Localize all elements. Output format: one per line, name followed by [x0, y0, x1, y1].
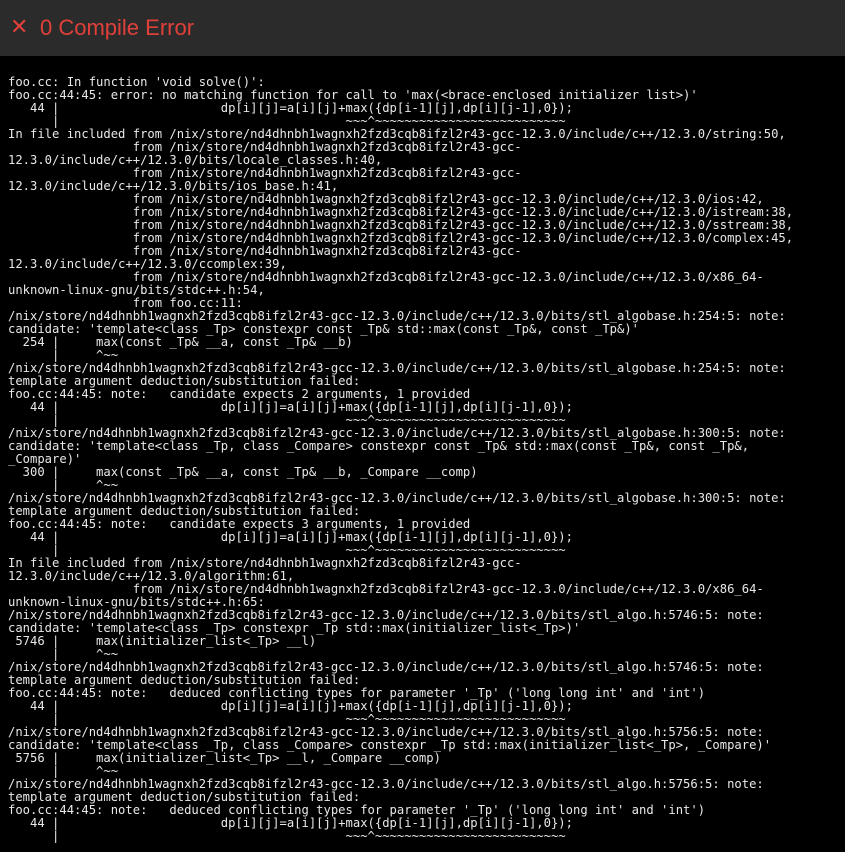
- error-header: ✕ 0 Compile Error: [0, 0, 845, 56]
- output-line: 5756 | max(initializer_list<_Tp> __l, _C…: [8, 751, 441, 765]
- close-icon[interactable]: ✕: [10, 17, 30, 39]
- page-title: 0 Compile Error: [40, 15, 195, 40]
- output-line: 254 | max(const _Tp& __a, const _Tp& __b…: [8, 335, 353, 349]
- output-line: | ~~~^~~~~~~~~~~~~~~~~~~~~~~~~~~: [8, 829, 566, 843]
- compiler-output[interactable]: foo.cc: In function 'void solve()': foo.c…: [0, 56, 845, 852]
- output-line: candidate: 'template<class _Tp, class _C…: [8, 439, 750, 453]
- output-line: 5746 | max(initializer_list<_Tp> __l): [8, 634, 317, 648]
- output-line: 300 | max(const _Tp& __a, const _Tp& __b…: [8, 465, 478, 479]
